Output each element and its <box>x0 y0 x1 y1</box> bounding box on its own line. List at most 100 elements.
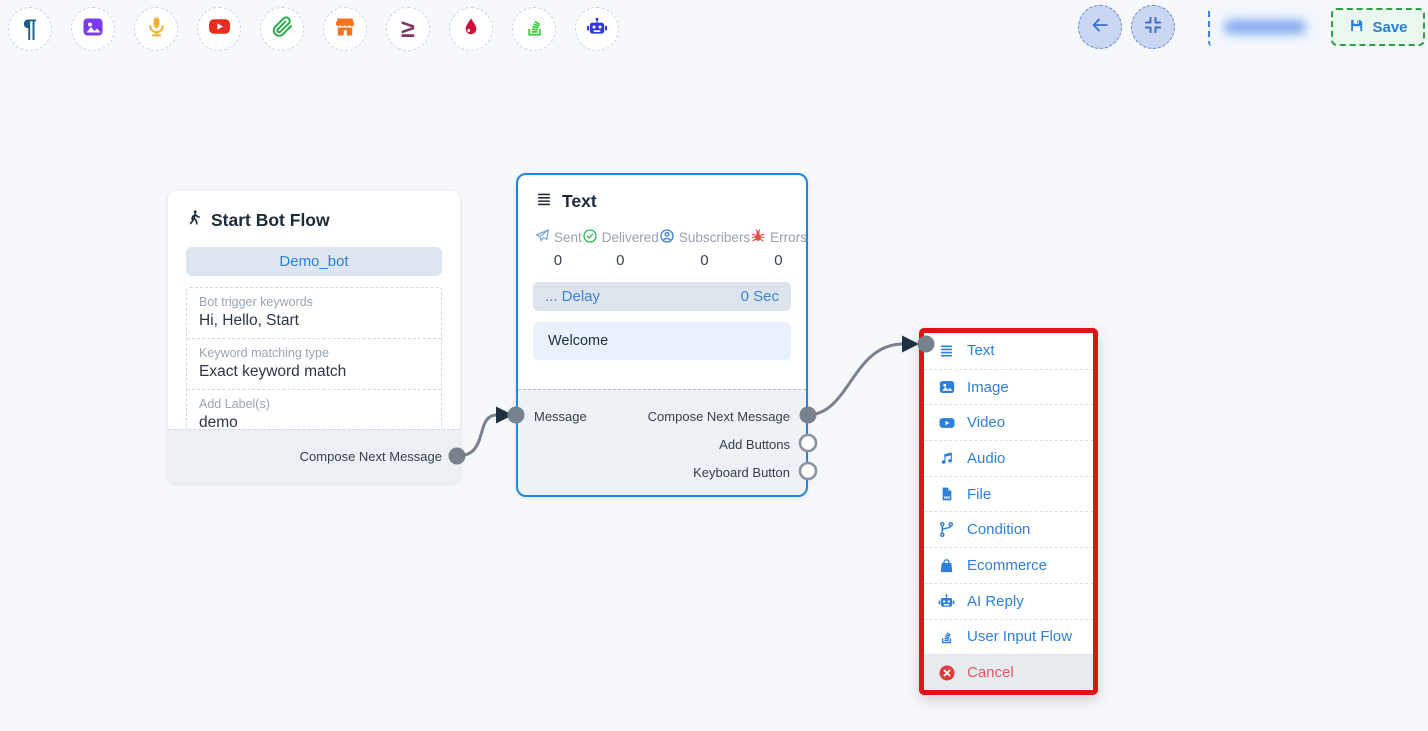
palette-text-button[interactable]: ¶ <box>8 7 52 51</box>
palette-file-button[interactable] <box>260 7 304 51</box>
output-add-buttons: Add Buttons <box>648 430 790 458</box>
fit-view-button[interactable] <box>1131 5 1175 49</box>
text-node-header: Text <box>518 175 806 212</box>
back-button[interactable] <box>1078 5 1122 49</box>
condition-icon <box>937 521 956 538</box>
stat-label: Errors <box>770 230 807 245</box>
store-icon <box>333 15 357 44</box>
stat-delivered: Delivered 0 <box>582 228 659 269</box>
node-palette-toolbar: ¶ ≥ <box>8 7 619 51</box>
redacted-button[interactable] <box>1208 8 1320 46</box>
delay-value: 0 Sec <box>741 288 779 305</box>
microphone-icon <box>145 15 168 43</box>
menu-item-label: Cancel <box>967 664 1014 681</box>
redacted-text <box>1224 20 1306 34</box>
palette-video-button[interactable] <box>197 7 241 51</box>
ecommerce-icon <box>937 557 956 574</box>
check-circle-icon <box>582 228 598 247</box>
bug-icon <box>750 228 766 247</box>
start-node-header: Start Bot Flow <box>168 191 460 232</box>
subscriber-icon <box>659 228 675 247</box>
add-buttons-handle[interactable] <box>800 435 816 451</box>
compose-next-message-handle[interactable] <box>800 407 817 424</box>
palette-audio-button[interactable] <box>134 7 178 51</box>
start-node-settings: Bot trigger keywords Hi, Hello, Start Ke… <box>186 287 442 441</box>
menu-item-video[interactable]: Video <box>924 404 1093 440</box>
stat-errors: Errors 0 <box>750 228 807 269</box>
audio-icon <box>937 450 956 467</box>
save-button[interactable]: Save <box>1331 8 1425 46</box>
field-value: Hi, Hello, Start <box>199 312 429 330</box>
back-arrow-icon <box>1089 14 1111 41</box>
menu-item-ai-reply[interactable]: AI Reply <box>924 583 1093 619</box>
menu-item-user-input-flow[interactable]: User Input Flow <box>924 619 1093 655</box>
stat-sent: Sent 0 <box>534 228 582 269</box>
menu-item-audio[interactable]: Audio <box>924 440 1093 476</box>
palette-drip-button[interactable] <box>449 7 493 51</box>
stat-value: 0 <box>616 252 624 269</box>
output-rows: Compose Next Message Add Buttons Keyboar… <box>648 402 790 486</box>
cancel-icon <box>937 664 956 682</box>
greater-equal-icon: ≥ <box>401 17 415 42</box>
image-icon <box>937 378 956 396</box>
attachment-icon <box>271 15 294 43</box>
message-input-handle[interactable] <box>508 407 525 424</box>
text-node-footer: Message Compose Next Message Add Buttons… <box>518 389 806 495</box>
user-input-flow-icon <box>523 15 546 43</box>
menu-item-text[interactable]: Text <box>924 333 1093 369</box>
start-node-title: Start Bot Flow <box>211 210 330 231</box>
paragraph-icon: ¶ <box>23 17 37 42</box>
menu-item-file[interactable]: File <box>924 476 1093 512</box>
field-label: Bot trigger keywords <box>199 295 429 309</box>
menu-item-label: Image <box>967 379 1009 396</box>
text-icon <box>937 343 956 358</box>
field-keyword-matching-type[interactable]: Keyword matching type Exact keyword matc… <box>187 338 441 389</box>
menu-item-ecommerce[interactable]: Ecommerce <box>924 547 1093 583</box>
canvas-controls: Save <box>1078 5 1425 49</box>
menu-anchor-handle[interactable] <box>918 336 935 353</box>
stat-value: 0 <box>700 252 708 269</box>
output-keyboard-button: Keyboard Button <box>648 458 790 486</box>
delay-label: ... Delay <box>545 288 600 305</box>
save-label: Save <box>1372 19 1407 36</box>
menu-item-condition[interactable]: Condition <box>924 511 1093 547</box>
menu-item-label: File <box>967 486 991 503</box>
text-message-node[interactable]: Text Sent 0 Delivered 0 <box>516 173 808 497</box>
palette-ai-reply-button[interactable] <box>575 7 619 51</box>
field-bot-trigger-keywords[interactable]: Bot trigger keywords Hi, Hello, Start <box>187 288 441 338</box>
stat-label: Sent <box>554 230 582 245</box>
menu-item-cancel[interactable]: Cancel <box>924 654 1093 690</box>
droplet-icon <box>460 16 482 43</box>
palette-condition-button[interactable]: ≥ <box>386 7 430 51</box>
bot-name-button[interactable]: Demo_bot <box>186 247 442 276</box>
menu-item-label: Condition <box>967 521 1030 538</box>
field-label: Keyword matching type <box>199 346 429 360</box>
walking-person-icon <box>186 208 203 232</box>
menu-item-image[interactable]: Image <box>924 369 1093 405</box>
flow-builder-canvas[interactable]: ¶ ≥ <box>0 0 1428 731</box>
keyboard-button-handle[interactable] <box>800 463 816 479</box>
start-output-handle[interactable] <box>449 448 466 465</box>
palette-image-button[interactable] <box>71 7 115 51</box>
menu-item-label: Video <box>967 414 1005 431</box>
stat-label: Subscribers <box>679 230 750 245</box>
palette-ecommerce-button[interactable] <box>323 7 367 51</box>
connector-line <box>807 344 903 415</box>
message-text-box[interactable]: Welcome <box>533 322 791 360</box>
align-justify-icon <box>535 191 553 212</box>
compose-next-message-label: Compose Next Message <box>300 449 442 464</box>
delay-setting-row[interactable]: ... Delay 0 Sec <box>533 282 791 311</box>
start-bot-flow-node[interactable]: Start Bot Flow Demo_bot Bot trigger keyw… <box>168 191 460 483</box>
user-input-flow-icon <box>937 628 956 645</box>
stat-label: Delivered <box>602 230 659 245</box>
stat-value: 0 <box>554 252 562 269</box>
start-node-footer: Compose Next Message <box>168 429 460 483</box>
file-icon <box>937 485 956 503</box>
next-message-type-menu: Text Image Video Audio File <box>919 328 1098 695</box>
save-icon <box>1348 17 1365 38</box>
compress-icon <box>1143 15 1163 40</box>
send-icon <box>534 228 550 247</box>
menu-item-label: Audio <box>967 450 1005 467</box>
palette-user-input-button[interactable] <box>512 7 556 51</box>
field-label: Add Label(s) <box>199 397 429 411</box>
